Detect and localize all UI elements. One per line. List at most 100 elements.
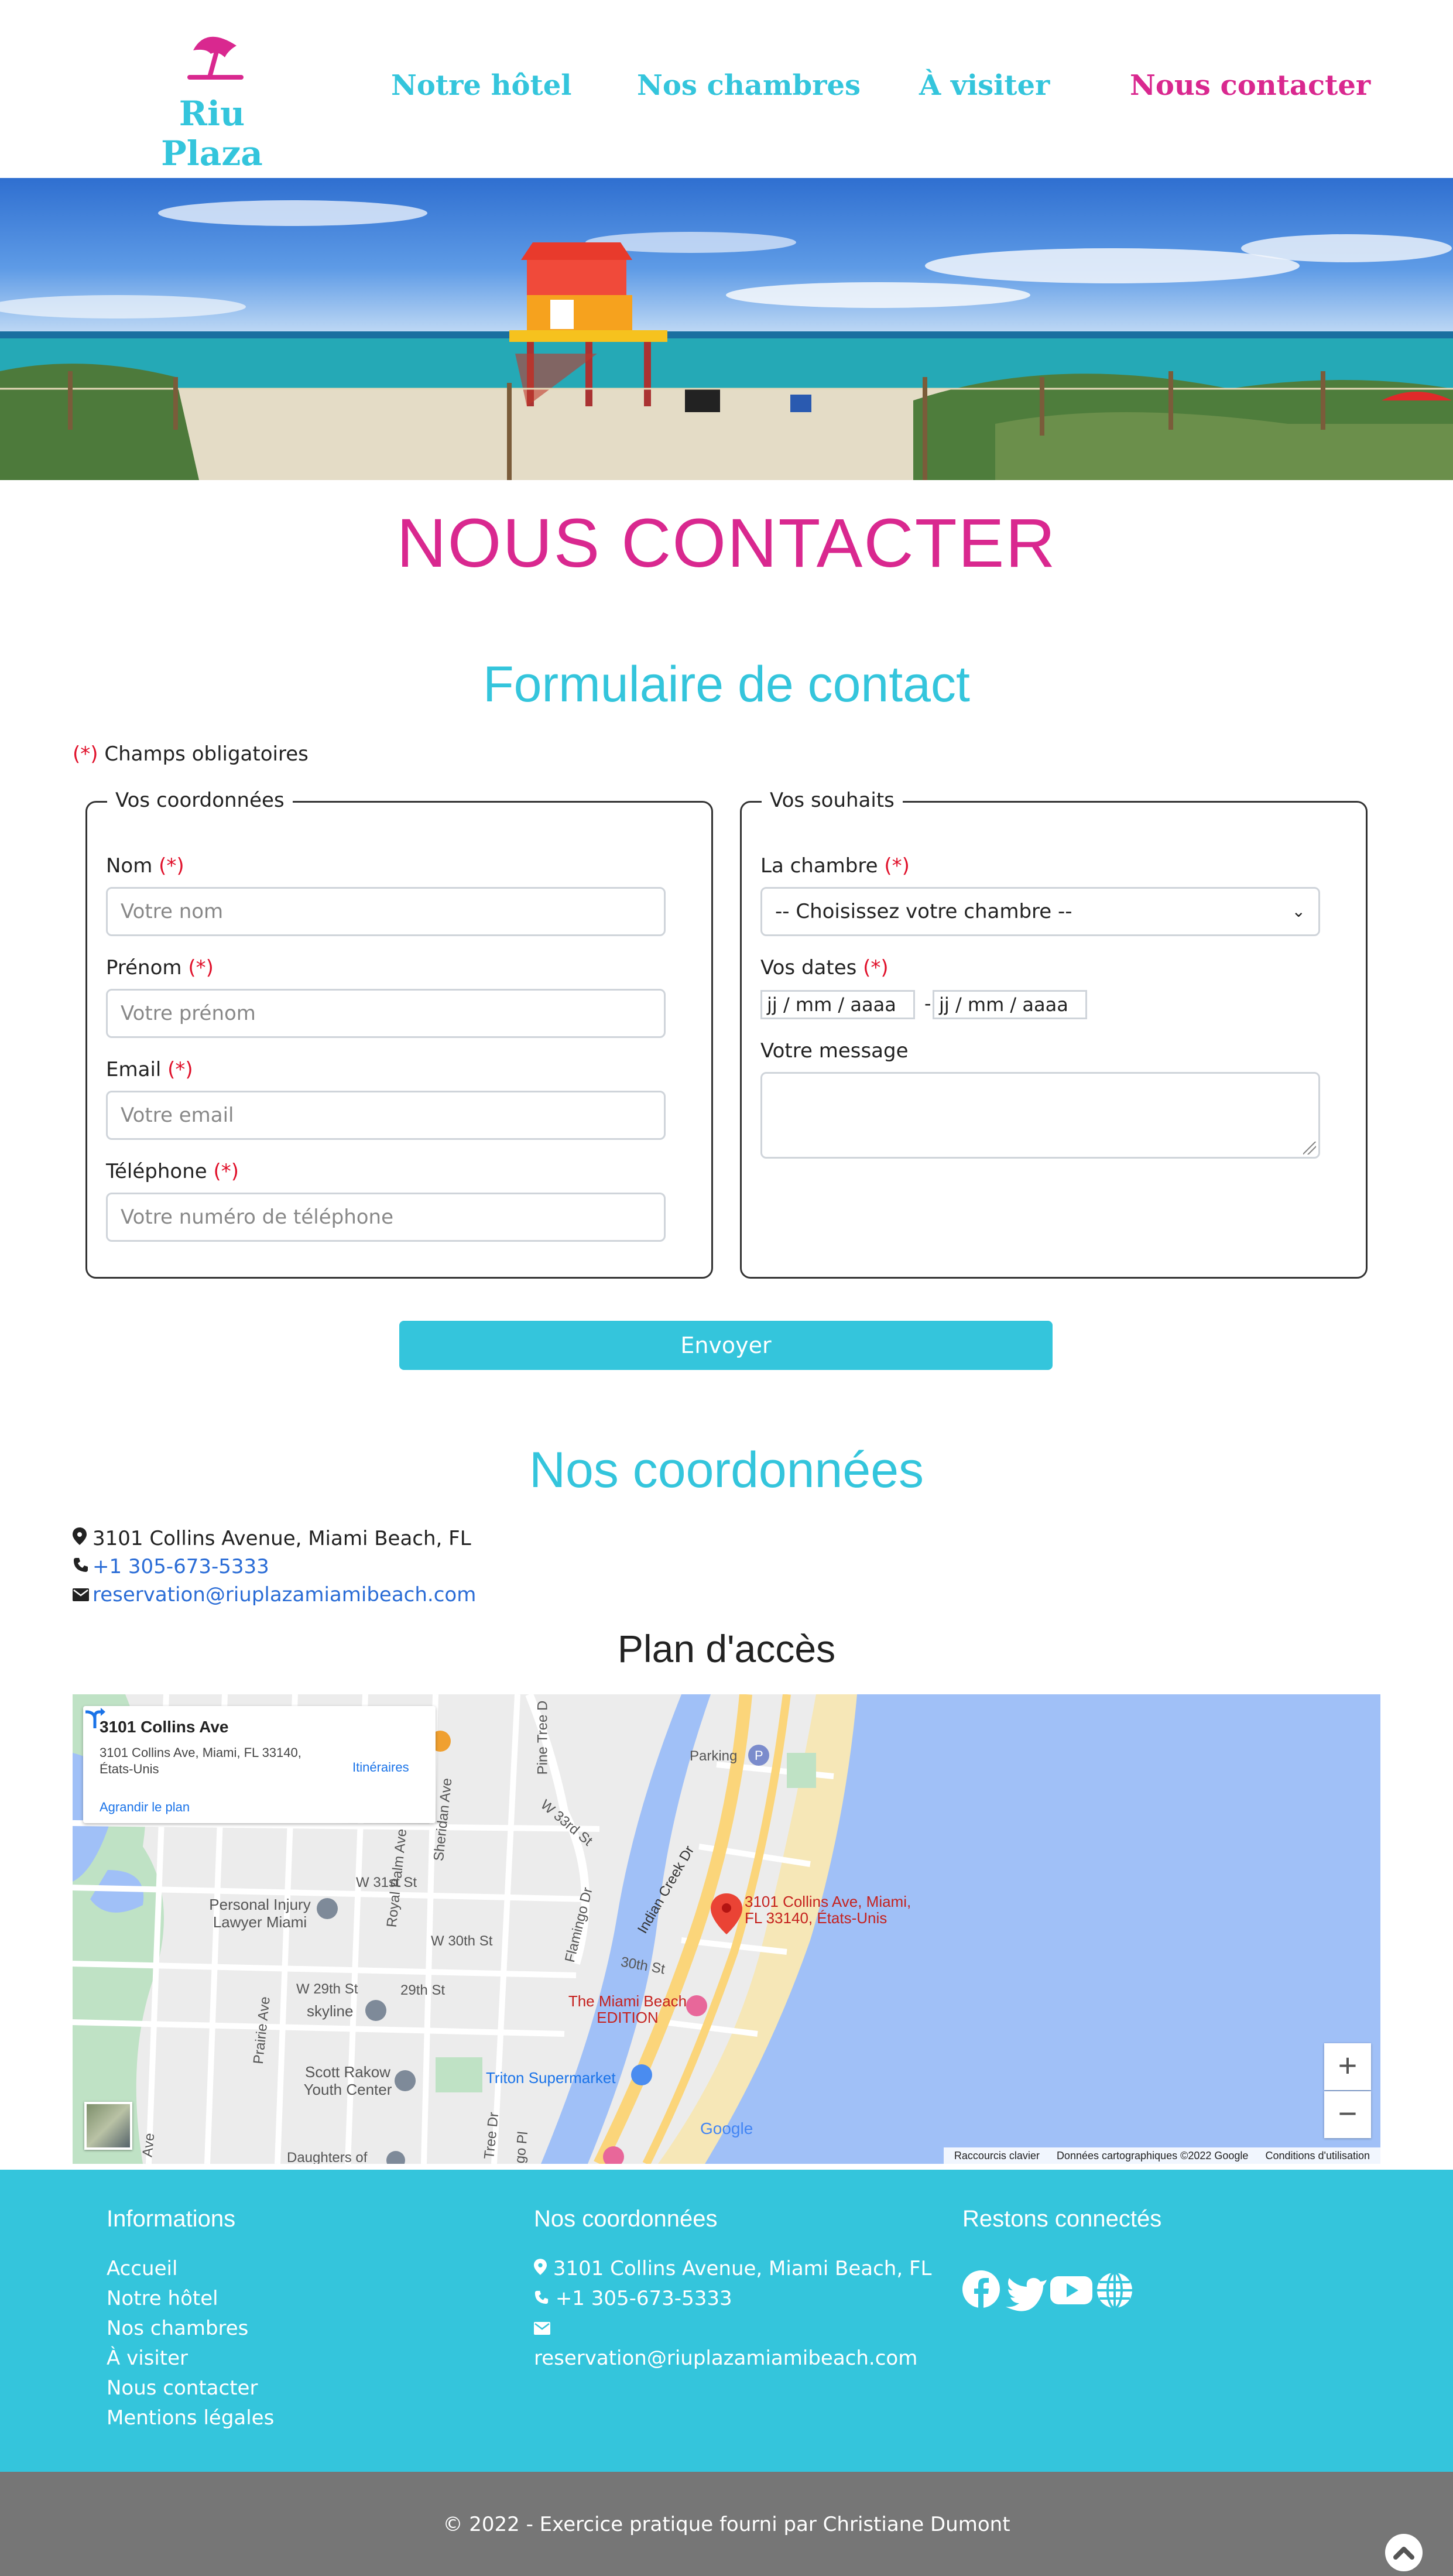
- twitter-icon[interactable]: [1006, 2277, 1047, 2311]
- footer-link-mentions-legales[interactable]: Mentions légales: [107, 2406, 274, 2436]
- map-terms-link[interactable]: Conditions d'utilisation: [1258, 2150, 1377, 2161]
- send-button[interactable]: Envoyer: [399, 1321, 1053, 1370]
- map-label-scott: Scott Rakow Youth Center: [303, 2063, 392, 2098]
- map-card-address: 3101 Collins Ave, Miami, FL 33140, États…: [100, 1745, 301, 1776]
- required-mark: (*): [167, 1058, 193, 1081]
- svg-text:P: P: [755, 1748, 763, 1763]
- nav-a-visiter[interactable]: À visiter: [919, 69, 1050, 102]
- map-label-29th: 29th St: [400, 1982, 446, 1998]
- logo-link[interactable]: Riu Plaza: [130, 28, 294, 173]
- footer-link-nos-chambres[interactable]: Nos chambres: [107, 2317, 274, 2347]
- label-email-text: Email: [106, 1058, 162, 1081]
- footer-social-column: Restons connectés: [962, 2206, 1162, 2311]
- contact-form-title: Formulaire de contact: [483, 656, 970, 712]
- map-marker-icon: [73, 1527, 92, 1550]
- beach-lifeguard-photo: [0, 200, 1453, 480]
- nav-nos-chambres[interactable]: Nos chambres: [637, 69, 861, 102]
- footer-info-title: Informations: [107, 2206, 236, 2232]
- google-logo-text: Google: [700, 2119, 753, 2137]
- fieldset-coordonnees: Vos coordonnées Nom (*) Votre nom Prénom…: [85, 789, 713, 1279]
- date-separator: -: [924, 992, 931, 1015]
- map-label-w29: W 29th St: [296, 1981, 358, 1997]
- label-chambre-text: La chambre: [760, 854, 878, 878]
- satellite-toggle[interactable]: [84, 2102, 132, 2150]
- label-telephone: Téléphone (*): [106, 1160, 239, 1183]
- map-label-marker: 3101 Collins Ave, Miami, FL 33140, États…: [745, 1893, 911, 1927]
- resize-grip-icon[interactable]: [1303, 1142, 1316, 1155]
- footer-link-accueil[interactable]: Accueil: [107, 2257, 274, 2287]
- contact-phone-link[interactable]: +1 305-673-5333: [92, 1555, 269, 1578]
- select-chambre[interactable]: -- Choisissez votre chambre -- ⌄: [760, 887, 1320, 936]
- map-zoom-in-button[interactable]: +: [1324, 2043, 1371, 2090]
- phone-icon: [534, 2290, 549, 2304]
- map-label-ave: Ave: [139, 2132, 158, 2158]
- required-mark: (*): [863, 956, 889, 979]
- map-card-title: 3101 Collins Ave: [100, 1718, 229, 1736]
- footer-email[interactable]: reservation@riuplazamiamibeach.com: [534, 2347, 931, 2376]
- map-directions-link[interactable]: Itinéraires: [352, 1760, 409, 1775]
- input-prenom[interactable]: Votre prénom: [106, 989, 666, 1038]
- required-note-text: Champs obligatoires: [104, 742, 309, 766]
- map-attribution: Raccourcis clavier Données cartographiqu…: [943, 2147, 1380, 2164]
- label-email: Email (*): [106, 1058, 193, 1081]
- footer-link-notre-hotel[interactable]: Notre hôtel: [107, 2287, 274, 2317]
- social-icons: [962, 2270, 1132, 2311]
- logo-text: Riu Plaza: [161, 94, 263, 173]
- footer-link-a-visiter[interactable]: À visiter: [107, 2347, 274, 2376]
- contact-phone: +1 305-673-5333: [73, 1555, 269, 1578]
- fieldset-legend-coordonnees: Vos coordonnées: [107, 789, 293, 812]
- contact-email: reservation@riuplazamiamibeach.com: [73, 1583, 476, 1606]
- nav-notre-hotel[interactable]: Notre hôtel: [391, 69, 571, 102]
- map-enlarge-link[interactable]: Agrandir le plan: [100, 1800, 190, 1815]
- label-message: Votre message: [760, 1039, 909, 1063]
- map-zoom-out-button[interactable]: −: [1324, 2091, 1371, 2138]
- youtube-icon[interactable]: [1050, 2276, 1092, 2304]
- contact-address: 3101 Collins Avenue, Miami Beach, FL: [73, 1527, 471, 1550]
- facebook-icon[interactable]: [962, 2270, 1000, 2308]
- footer-phone-text[interactable]: +1 305-673-5333: [556, 2287, 732, 2310]
- input-nom[interactable]: Votre nom: [106, 887, 666, 936]
- directions-icon[interactable]: [83, 1706, 107, 1729]
- google-logo: Google: [700, 2119, 753, 2138]
- envelope-icon: [73, 1583, 92, 1606]
- contact-email-link[interactable]: reservation@riuplazamiamibeach.com: [92, 1583, 476, 1606]
- footer-coords-column: Nos coordonnées 3101 Collins Avenue, Mia…: [534, 2206, 931, 2376]
- required-mark: (*): [159, 854, 184, 878]
- footer-address: 3101 Collins Avenue, Miami Beach, FL: [534, 2257, 931, 2287]
- fieldset-souhaits: Vos souhaits La chambre (*) -- Choisisse…: [740, 789, 1368, 1279]
- label-chambre: La chambre (*): [760, 854, 910, 878]
- copyright-bar: © 2022 - Exercice pratique fourni par Ch…: [0, 2472, 1453, 2576]
- input-telephone[interactable]: Votre numéro de téléphone: [106, 1193, 666, 1242]
- required-mark: (*): [188, 956, 214, 979]
- map-label-parking: Parking: [690, 1748, 738, 1764]
- map-label-w31: W 31st St: [356, 1875, 417, 1890]
- coordinates-title: Nos coordonnées: [529, 1442, 924, 1498]
- footer-address-text: 3101 Collins Avenue, Miami Beach, FL: [553, 2257, 932, 2280]
- input-date-start[interactable]: jj / mm / aaaa: [760, 990, 915, 1019]
- footer-email-icon-row: [534, 2317, 931, 2347]
- required-mark: (*): [884, 854, 910, 878]
- footer-info-column: Informations Accueil Notre hôtel Nos cha…: [107, 2206, 274, 2436]
- plan-title: Plan d'accès: [617, 1627, 836, 1670]
- input-email[interactable]: Votre email: [106, 1091, 666, 1140]
- page-title: NOUS CONTACTER: [396, 505, 1057, 582]
- top-navigation: Riu Plaza Notre hôtel Nos chambres À vis…: [0, 0, 1453, 178]
- map-marker-icon: [534, 2259, 547, 2275]
- footer-social-title: Restons connectés: [962, 2206, 1162, 2232]
- nav-nous-contacter[interactable]: Nous contacter: [1130, 69, 1370, 102]
- globe-icon[interactable]: [1097, 2272, 1132, 2309]
- required-mark: (*): [73, 742, 98, 766]
- envelope-icon: [534, 2322, 550, 2335]
- label-prenom: Prénom (*): [106, 956, 214, 979]
- google-map[interactable]: P 3101 Collins Ave, Miami, FL 33140, Éta…: [73, 1694, 1380, 2164]
- footer-link-nous-contacter[interactable]: Nous contacter: [107, 2376, 274, 2406]
- input-date-end[interactable]: jj / mm / aaaa: [933, 990, 1087, 1019]
- label-prenom-text: Prénom: [106, 956, 182, 979]
- textarea-message[interactable]: [760, 1072, 1320, 1159]
- label-dates-text: Vos dates: [760, 956, 857, 979]
- map-keyboard-shortcuts[interactable]: Raccourcis clavier: [947, 2150, 1047, 2161]
- copyright-text: © 2022 - Exercice pratique fourni par Ch…: [443, 2513, 1010, 2536]
- chevron-down-icon: ⌄: [1291, 902, 1305, 921]
- back-to-top-button[interactable]: [1385, 2534, 1423, 2571]
- select-chambre-value: -- Choisissez votre chambre --: [775, 900, 1072, 923]
